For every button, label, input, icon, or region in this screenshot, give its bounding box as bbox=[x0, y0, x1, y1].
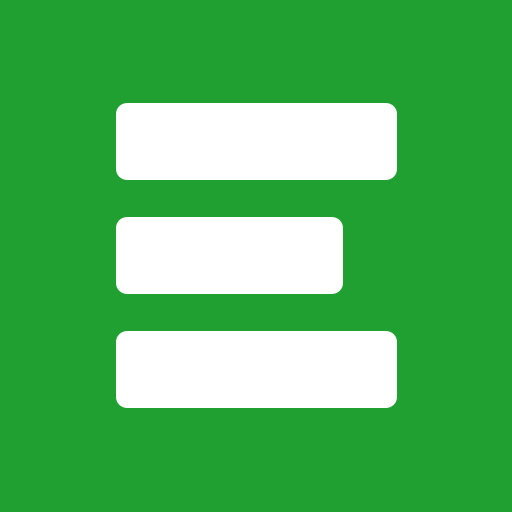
middle-bar bbox=[116, 217, 343, 294]
app-icon bbox=[0, 0, 512, 512]
bottom-bar bbox=[116, 331, 397, 408]
top-bar bbox=[116, 103, 397, 180]
